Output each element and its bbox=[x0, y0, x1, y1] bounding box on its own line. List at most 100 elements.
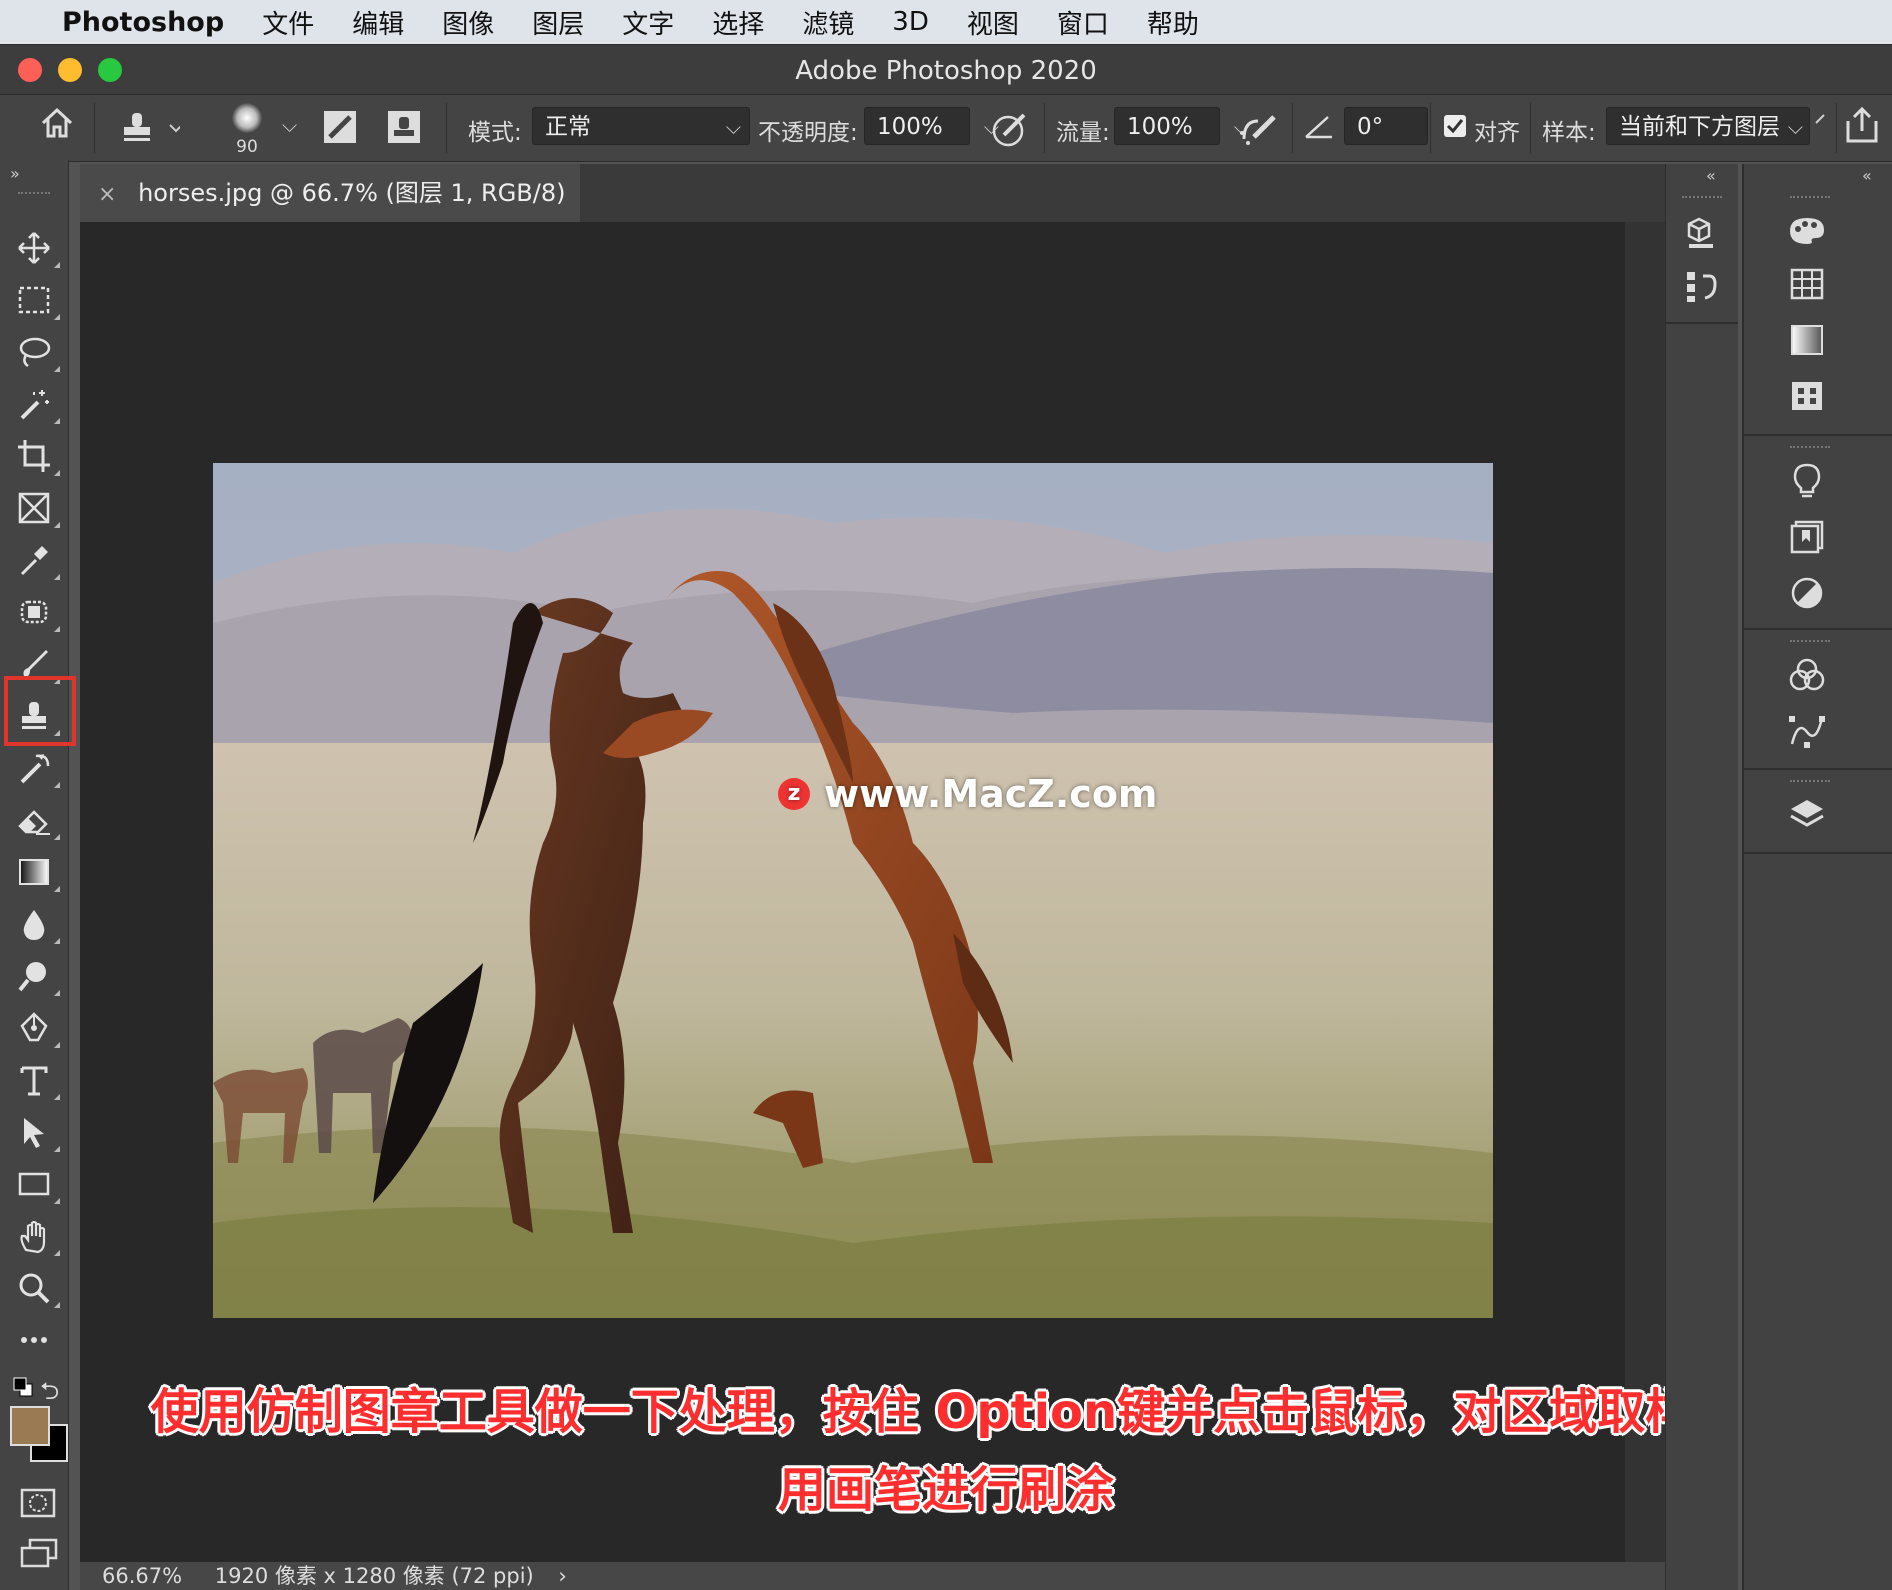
separator bbox=[446, 103, 447, 153]
pen-tool-icon[interactable] bbox=[12, 1006, 60, 1050]
brush-preview bbox=[232, 103, 262, 133]
collapse-panels-icon[interactable]: « bbox=[1862, 166, 1872, 185]
sample-select[interactable]: 当前和下方图层 ⌵ bbox=[1606, 107, 1810, 145]
healing-brush-tool-icon[interactable] bbox=[12, 590, 60, 634]
menu-filter[interactable]: 滤镜 bbox=[802, 4, 854, 41]
swatches-panel-icon[interactable] bbox=[1782, 268, 1832, 308]
layers-panel-icon[interactable] bbox=[1782, 796, 1832, 842]
more-tools-icon[interactable] bbox=[12, 1318, 56, 1362]
close-tab-icon[interactable]: × bbox=[98, 182, 116, 207]
type-tool-icon[interactable] bbox=[12, 1058, 60, 1102]
lasso-tool-icon[interactable] bbox=[12, 330, 60, 374]
checkmark-icon bbox=[1446, 119, 1464, 134]
brush-size-picker[interactable]: 90 bbox=[226, 101, 272, 157]
menu-help[interactable]: 帮助 bbox=[1147, 4, 1199, 41]
angle-input[interactable]: 0° bbox=[1344, 107, 1428, 145]
menu-window[interactable]: 窗口 bbox=[1057, 4, 1109, 41]
flow-input[interactable]: 100% ⌵ bbox=[1114, 107, 1249, 145]
rectangle-tool-icon[interactable] bbox=[12, 1162, 60, 1206]
sample-label: 样本: bbox=[1542, 120, 1596, 146]
tool-group-indicator bbox=[54, 886, 60, 892]
panel-grip[interactable] bbox=[1790, 640, 1830, 644]
menu-edit[interactable]: 编辑 bbox=[352, 4, 404, 41]
watermark: z www.MacZ.com bbox=[778, 772, 1158, 816]
zoom-level[interactable]: 66.67% bbox=[102, 1564, 182, 1588]
gradient-tool-icon[interactable] bbox=[12, 850, 60, 894]
align-checkbox[interactable] bbox=[1444, 115, 1466, 137]
chevron-right-icon[interactable]: › bbox=[558, 1564, 566, 1588]
separator bbox=[1044, 103, 1045, 153]
3d-panel-icon[interactable] bbox=[1676, 214, 1726, 258]
clone-source-panel-icon[interactable] bbox=[386, 109, 422, 151]
adjustments-panel-icon[interactable] bbox=[1782, 576, 1832, 618]
magic-wand-tool-icon[interactable] bbox=[12, 382, 60, 426]
panel-grip[interactable] bbox=[18, 192, 50, 196]
blend-mode-select[interactable]: 正常 ⌵ bbox=[532, 107, 750, 145]
zoom-tool-icon[interactable] bbox=[12, 1266, 60, 1310]
blur-tool-icon[interactable] bbox=[12, 902, 60, 946]
chevron-down-icon[interactable]: ⌵ bbox=[282, 113, 297, 137]
ignore-adjustment-layers-icon[interactable] bbox=[1814, 109, 1826, 145]
learn-panel-icon[interactable] bbox=[1782, 462, 1832, 508]
menu-layer[interactable]: 图层 bbox=[532, 4, 584, 41]
share-icon[interactable] bbox=[1842, 105, 1882, 153]
menu-app-name[interactable]: Photoshop bbox=[62, 7, 224, 38]
tool-group-indicator bbox=[54, 938, 60, 944]
tool-group-indicator bbox=[54, 470, 60, 476]
panel-grip[interactable] bbox=[1790, 446, 1830, 450]
tool-group-indicator bbox=[54, 314, 60, 320]
dodge-tool-icon[interactable] bbox=[12, 954, 60, 998]
paths-panel-icon[interactable] bbox=[1782, 714, 1832, 756]
vertical-scrollbar[interactable] bbox=[1625, 222, 1665, 1562]
menu-type[interactable]: 文字 bbox=[622, 4, 674, 41]
tool-group-indicator bbox=[54, 418, 60, 424]
crop-tool-icon[interactable] bbox=[12, 434, 60, 478]
menu-file[interactable]: 文件 bbox=[262, 4, 314, 41]
window-titlebar: Adobe Photoshop 2020 bbox=[0, 44, 1892, 95]
marquee-tool-icon[interactable] bbox=[12, 278, 60, 322]
frame-tool-icon[interactable] bbox=[12, 486, 60, 530]
channels-panel-icon[interactable] bbox=[1782, 658, 1832, 700]
path-selection-tool-icon[interactable] bbox=[12, 1110, 60, 1154]
eyedropper-tool-icon[interactable] bbox=[12, 538, 60, 582]
horses-photo[interactable] bbox=[213, 463, 1493, 1318]
separator bbox=[1430, 103, 1431, 153]
align-label: 对齐 bbox=[1474, 120, 1520, 146]
move-tool-icon[interactable] bbox=[12, 226, 60, 270]
menu-3d[interactable]: 3D bbox=[892, 7, 929, 37]
menu-view[interactable]: 视图 bbox=[967, 4, 1019, 41]
eraser-tool-icon[interactable] bbox=[12, 798, 60, 842]
caption-line-2: 用画笔进行刷涂 bbox=[777, 1462, 1114, 1518]
tool-group-indicator bbox=[54, 834, 60, 840]
expand-panel-icon[interactable]: » bbox=[10, 164, 20, 183]
macz-logo-icon: z bbox=[778, 778, 810, 810]
tool-group-indicator bbox=[54, 1146, 60, 1152]
status-bar: 66.67% 1920 像素 x 1280 像素 (72 ppi) › bbox=[80, 1562, 1665, 1590]
libraries-panel-icon[interactable] bbox=[1782, 520, 1832, 562]
menu-image[interactable]: 图像 bbox=[442, 4, 494, 41]
screen-mode-icon[interactable] bbox=[20, 1538, 58, 1572]
document-tab[interactable]: × horses.jpg @ 66.7% (图层 1, RGB/8) * bbox=[80, 164, 580, 267]
color-panel-icon[interactable] bbox=[1782, 214, 1832, 254]
history-brush-tool-icon[interactable] bbox=[12, 746, 60, 790]
collapse-panels-icon[interactable]: « bbox=[1706, 166, 1716, 185]
flow-label: 流量: bbox=[1056, 120, 1110, 146]
home-icon[interactable] bbox=[34, 105, 80, 149]
brush-settings-panel-icon[interactable] bbox=[322, 109, 358, 151]
tool-group-indicator bbox=[54, 1094, 60, 1100]
panel-grip[interactable] bbox=[1682, 196, 1722, 200]
pressure-opacity-icon[interactable] bbox=[990, 109, 1030, 155]
opacity-value: 100% bbox=[877, 114, 943, 140]
opacity-input[interactable]: 100% ⌵ bbox=[864, 107, 999, 145]
gradients-panel-icon[interactable] bbox=[1782, 324, 1832, 364]
tool-preset-picker[interactable] bbox=[120, 107, 183, 153]
patterns-panel-icon[interactable] bbox=[1782, 380, 1832, 420]
separator bbox=[1744, 768, 1892, 770]
tool-group-indicator bbox=[54, 574, 60, 580]
panel-grip[interactable] bbox=[1790, 780, 1830, 784]
menu-select[interactable]: 选择 bbox=[712, 4, 764, 41]
hand-tool-icon[interactable] bbox=[12, 1214, 60, 1258]
airbrush-icon[interactable] bbox=[1238, 109, 1282, 155]
panel-grip[interactable] bbox=[1790, 196, 1830, 200]
history-panel-icon[interactable] bbox=[1676, 268, 1726, 312]
